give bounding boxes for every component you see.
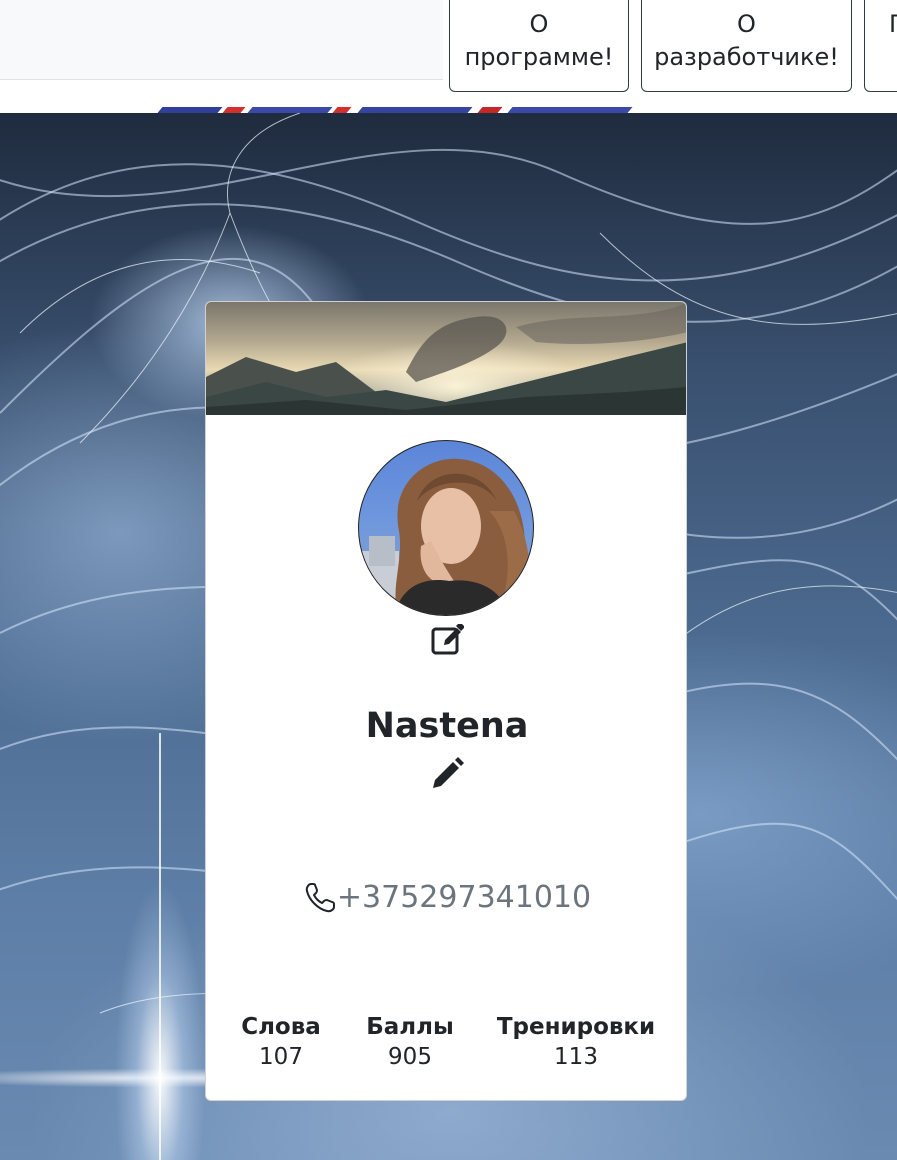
about-program-button[interactable]: О программе!: [449, 0, 629, 92]
edit-avatar-icon[interactable]: [430, 622, 465, 658]
stat-trainings-label: Тренировки: [496, 1014, 656, 1040]
stat-words: Слова 107: [233, 1014, 329, 1070]
profile-cover-image: [206, 302, 686, 415]
stat-points: Баллы 905: [359, 1014, 461, 1070]
stat-words-label: Слова: [241, 1014, 321, 1040]
stat-points-value: 905: [388, 1044, 432, 1070]
about-developer-line2: разработчике!: [654, 43, 839, 71]
stat-trainings-value: 113: [554, 1044, 598, 1070]
avatar[interactable]: [358, 440, 534, 616]
navbar-search-area[interactable]: [0, 0, 443, 80]
about-developer-line1: О: [737, 10, 756, 38]
profile-name: Nastena: [365, 706, 529, 746]
top-navbar: О программе! О разработчике! П: [0, 0, 897, 113]
about-developer-button[interactable]: О разработчике!: [641, 0, 852, 92]
navbar-decoration: [150, 105, 640, 113]
profile-card: Nastena +375297341010 Слова 107 Баллы 90…: [205, 301, 687, 1101]
phone-row: +375297341010: [206, 880, 686, 915]
stat-points-label: Баллы: [366, 1014, 454, 1040]
about-program-line2: программе!: [464, 43, 614, 71]
stat-trainings: Тренировки 113: [496, 1014, 656, 1070]
phone-icon: [303, 881, 337, 915]
third-nav-line1: П: [889, 8, 897, 41]
phone-number[interactable]: +375297341010: [337, 880, 591, 915]
edit-name-pencil-icon[interactable]: [429, 756, 465, 792]
profile-stats: Слова 107 Баллы 905 Тренировки 113: [206, 1014, 686, 1084]
third-nav-button[interactable]: П: [864, 0, 897, 92]
stat-words-value: 107: [259, 1044, 303, 1070]
about-program-line1: О: [529, 10, 549, 38]
